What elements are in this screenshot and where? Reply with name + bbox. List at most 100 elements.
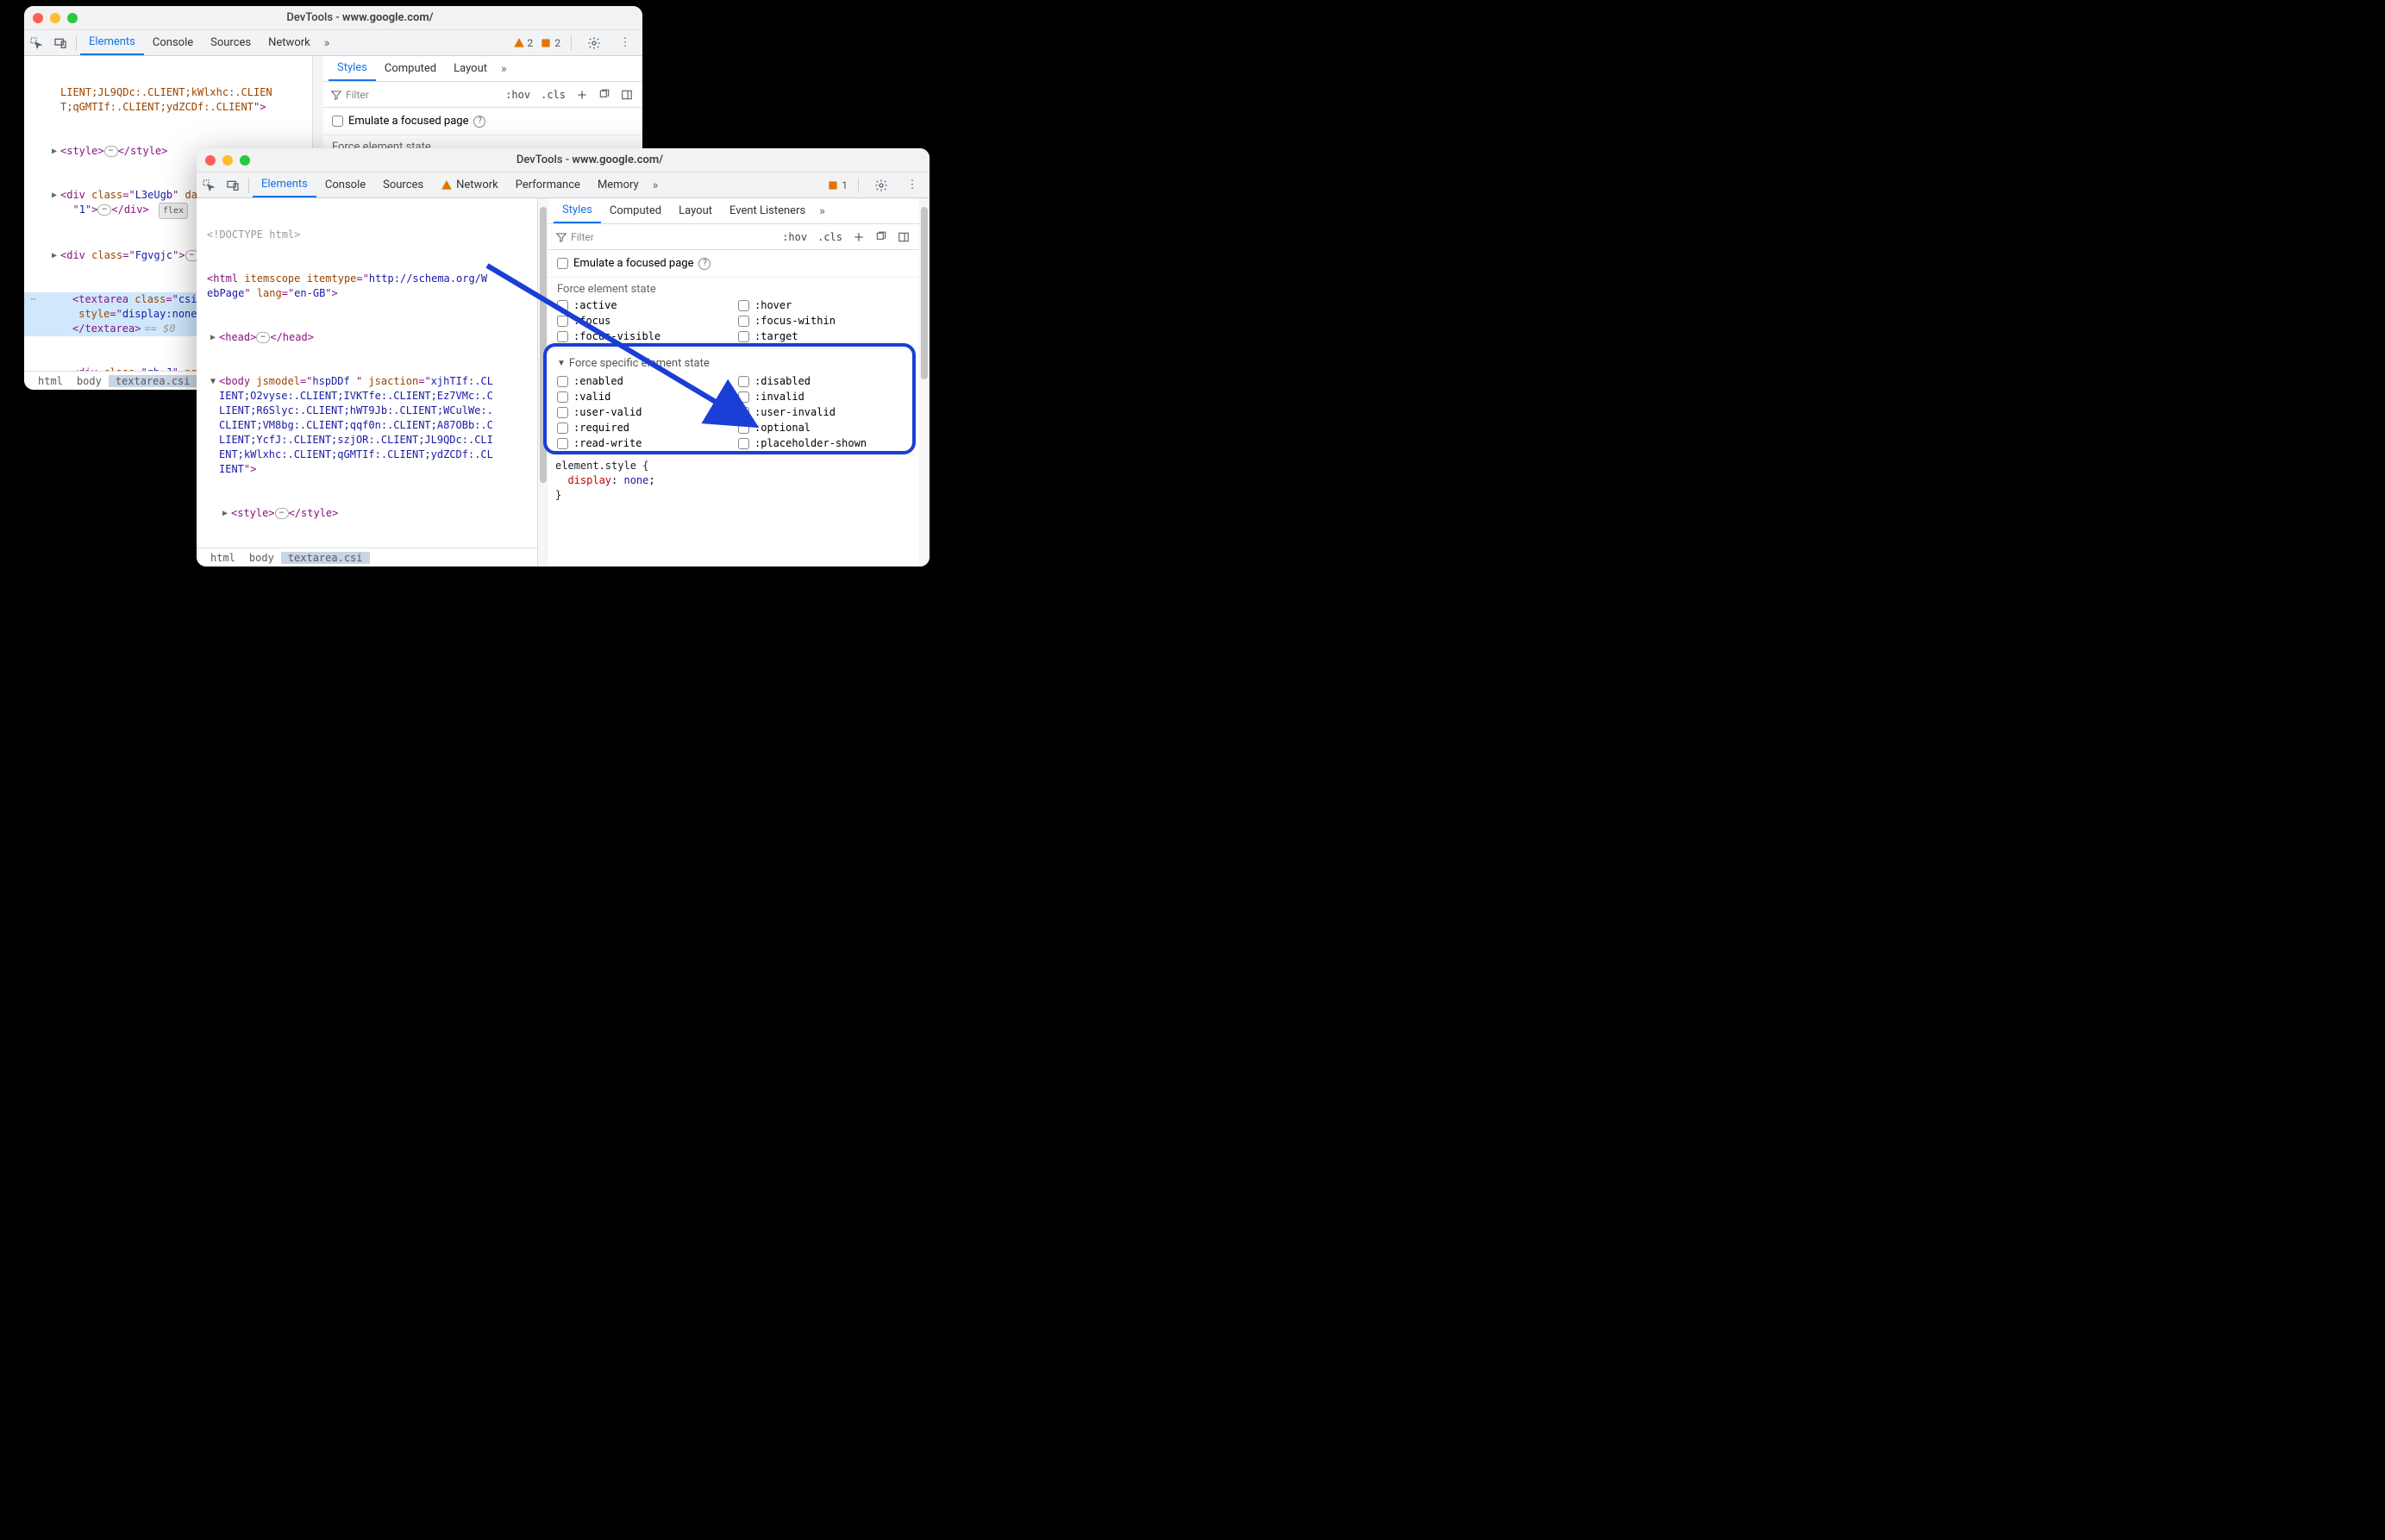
styles-filter-bar: Filter :hov .cls — [548, 224, 919, 250]
dom-panel: <!DOCTYPE html> <html itemscope itemtype… — [197, 198, 538, 567]
gear-icon[interactable] — [869, 173, 893, 197]
tab-sources[interactable]: Sources — [202, 30, 260, 55]
window-maximize-button[interactable] — [67, 13, 78, 23]
filter-input[interactable]: Filter — [555, 231, 774, 243]
more-tabs-icon[interactable]: » — [496, 62, 512, 76]
tab-styles[interactable]: Styles — [554, 198, 601, 223]
state-active[interactable]: :active — [557, 299, 729, 311]
force-state-header: Force element state — [557, 283, 911, 296]
device-toggle-icon[interactable] — [221, 173, 245, 197]
inspect-element-icon[interactable] — [197, 173, 221, 197]
more-tabs-icon[interactable]: » — [814, 204, 830, 218]
traffic-lights — [33, 13, 78, 23]
styles-tabs: Styles Computed Layout Event Listeners » — [548, 198, 919, 224]
breadcrumb-item-selected[interactable]: textarea.csi — [109, 375, 197, 387]
tab-elements[interactable]: Elements — [253, 172, 316, 197]
state-user-invalid[interactable]: :user-invalid — [738, 406, 911, 418]
tab-network[interactable]: Network — [432, 172, 507, 197]
hov-toggle[interactable]: :hov — [503, 89, 533, 101]
state-valid[interactable]: :valid — [557, 391, 729, 403]
device-toggle-icon[interactable] — [48, 31, 72, 55]
state-placeholder-shown[interactable]: :placeholder-shown — [738, 437, 911, 449]
tab-computed[interactable]: Computed — [376, 56, 445, 81]
dom-scrollbar[interactable] — [538, 198, 548, 567]
copy-styles-icon[interactable] — [873, 228, 890, 246]
kebab-menu-icon[interactable]: ⋮ — [900, 173, 924, 197]
help-icon[interactable]: ? — [698, 258, 710, 270]
state-focus-visible[interactable]: :focus-visible — [557, 330, 729, 342]
cls-toggle[interactable]: .cls — [815, 231, 845, 243]
state-focus-within[interactable]: :focus-within — [738, 315, 911, 327]
devtools-window-2: DevTools - www.google.com/ Elements Cons… — [197, 148, 930, 567]
tab-sources[interactable]: Sources — [374, 172, 432, 197]
devtools-toolbar: Elements Console Sources Network Perform… — [197, 172, 930, 198]
state-optional[interactable]: :optional — [738, 422, 911, 434]
cls-toggle[interactable]: .cls — [538, 89, 568, 101]
dom-tree[interactable]: <!DOCTYPE html> <html itemscope itemtype… — [197, 198, 537, 548]
state-focus[interactable]: :focus — [557, 315, 729, 327]
dom-breadcrumb: html body textarea.csi — [197, 548, 537, 567]
breadcrumb-item[interactable]: body — [70, 375, 109, 387]
window-maximize-button[interactable] — [240, 155, 250, 166]
gear-icon[interactable] — [582, 31, 606, 55]
tab-event-listeners[interactable]: Event Listeners — [721, 198, 814, 223]
warnings-badge[interactable]: 2 — [513, 37, 534, 49]
kebab-menu-icon[interactable]: ⋮ — [613, 31, 637, 55]
state-hover[interactable]: :hover — [738, 299, 911, 311]
inspect-element-icon[interactable] — [24, 31, 48, 55]
new-style-rule-icon[interactable] — [850, 228, 867, 246]
state-invalid[interactable]: :invalid — [738, 391, 911, 403]
force-specific-state-header[interactable]: ▼ Force specific element state — [557, 354, 911, 375]
tab-elements[interactable]: Elements — [80, 30, 144, 55]
window-minimize-button[interactable] — [222, 155, 233, 166]
issues-badge[interactable]: 1 — [827, 179, 848, 191]
breadcrumb-item[interactable]: html — [31, 375, 70, 387]
styles-scrollbar[interactable] — [919, 198, 930, 567]
toggle-sidebar-icon[interactable] — [895, 228, 912, 246]
window-close-button[interactable] — [33, 13, 43, 23]
state-read-write[interactable]: :read-write — [557, 437, 729, 449]
devtools-toolbar: Elements Console Sources Network » 2 2 ⋮ — [24, 30, 642, 56]
tab-console[interactable]: Console — [144, 30, 202, 55]
state-required[interactable]: :required — [557, 422, 729, 434]
tab-network[interactable]: Network — [260, 30, 319, 55]
emulate-focused-row[interactable]: Emulate a focused page ? — [548, 250, 919, 278]
state-user-valid[interactable]: :user-valid — [557, 406, 729, 418]
breadcrumb-item[interactable]: html — [203, 552, 242, 564]
issues-badge[interactable]: 2 — [540, 37, 560, 49]
state-enabled[interactable]: :enabled — [557, 375, 729, 387]
copy-styles-icon[interactable] — [596, 86, 613, 103]
disclosure-triangle-icon[interactable]: ▼ — [557, 359, 566, 368]
styles-panel: Styles Computed Layout Event Listeners »… — [548, 198, 919, 567]
window-title: DevTools - www.google.com/ — [259, 153, 921, 166]
tab-console[interactable]: Console — [316, 172, 374, 197]
breadcrumb-item-selected[interactable]: textarea.csi — [281, 552, 370, 564]
new-style-rule-icon[interactable] — [573, 86, 591, 103]
tab-layout[interactable]: Layout — [445, 56, 496, 81]
toggle-sidebar-icon[interactable] — [618, 86, 635, 103]
tab-computed[interactable]: Computed — [601, 198, 670, 223]
emulate-checkbox[interactable] — [332, 116, 343, 127]
hov-toggle[interactable]: :hov — [779, 231, 810, 243]
tab-memory[interactable]: Memory — [589, 172, 648, 197]
emulate-checkbox[interactable] — [557, 258, 568, 269]
element-style-block[interactable]: element.style { display: none; } — [548, 454, 919, 506]
more-tabs-icon[interactable]: » — [319, 36, 335, 50]
window-titlebar: DevTools - www.google.com/ — [197, 148, 930, 172]
window-close-button[interactable] — [205, 155, 216, 166]
tab-layout[interactable]: Layout — [670, 198, 721, 223]
styles-tabs: Styles Computed Layout » — [323, 56, 642, 82]
state-disabled[interactable]: :disabled — [738, 375, 911, 387]
emulate-focused-row[interactable]: Emulate a focused page ? — [323, 108, 642, 135]
more-tabs-icon[interactable]: » — [648, 178, 664, 192]
help-icon[interactable]: ? — [473, 116, 485, 128]
window-title: DevTools - www.google.com/ — [86, 11, 634, 24]
tab-performance[interactable]: Performance — [507, 172, 589, 197]
tab-styles[interactable]: Styles — [329, 56, 376, 81]
window-minimize-button[interactable] — [50, 13, 60, 23]
state-target[interactable]: :target — [738, 330, 911, 342]
filter-input[interactable]: Filter — [330, 89, 498, 101]
traffic-lights — [205, 155, 250, 166]
breadcrumb-item[interactable]: body — [242, 552, 281, 564]
force-specific-state-section: ▼ Force specific element state :enabled … — [548, 348, 919, 454]
